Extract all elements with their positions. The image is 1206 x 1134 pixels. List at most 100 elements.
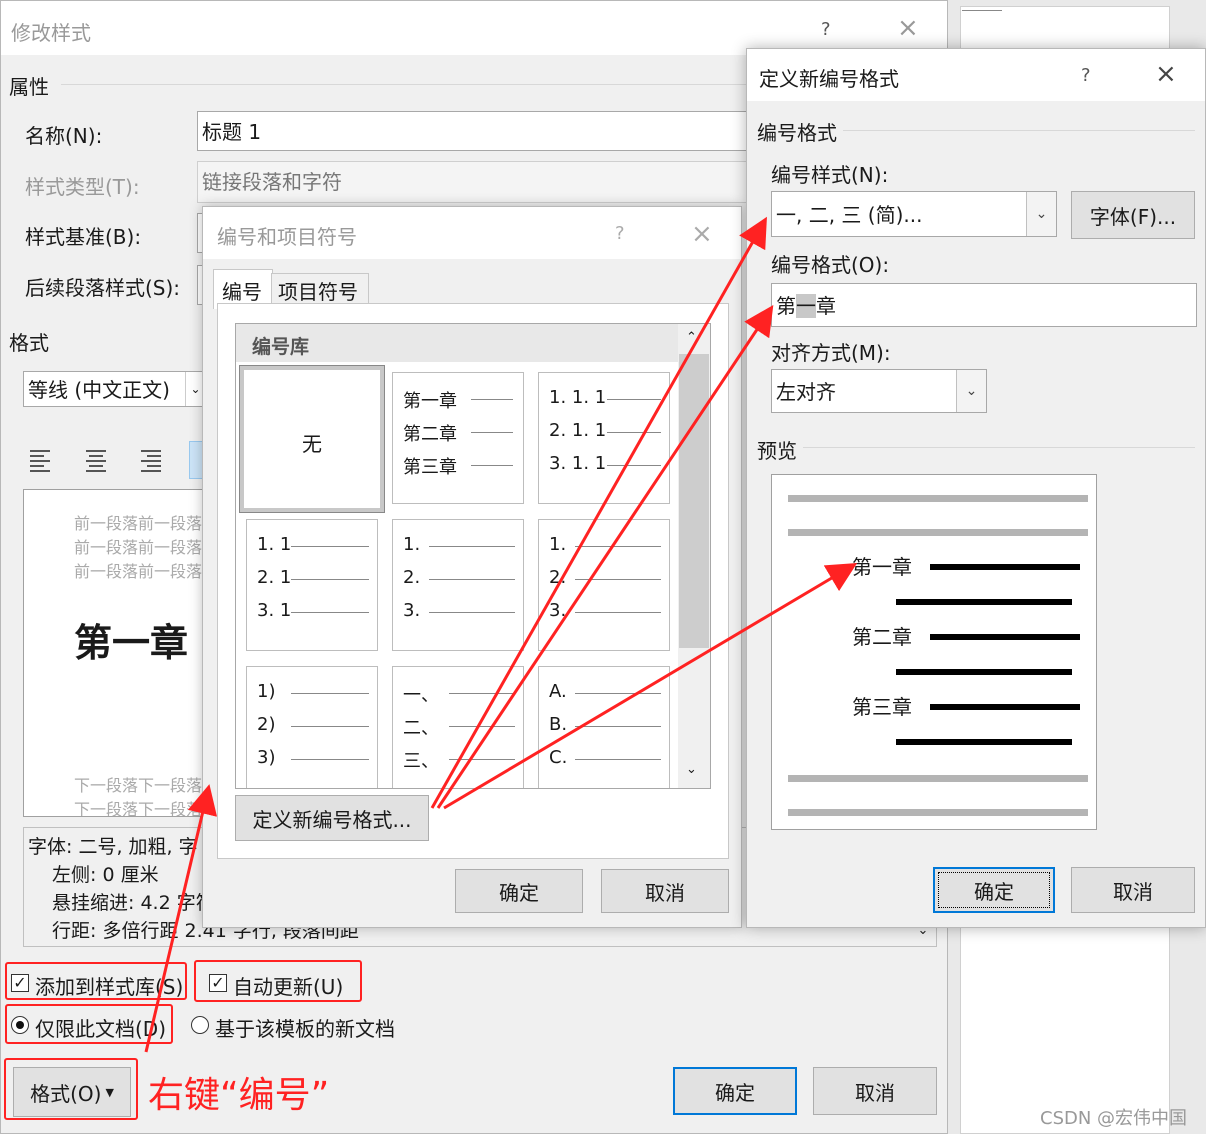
preview-item: 第一章 <box>852 555 912 579</box>
cell-dash <box>291 579 369 580</box>
cell-dash <box>471 432 513 433</box>
numbering-option[interactable]: 第一章 第二章 第三章 <box>392 372 524 504</box>
numbering-option[interactable]: 1. 2. 3. <box>538 519 670 651</box>
cell-dash <box>449 726 515 727</box>
name-label: 名称(N): <box>25 124 103 148</box>
library-scrollbar[interactable]: ⌃ ⌄ <box>678 324 710 788</box>
numbering-option[interactable]: 一、 二、 三、 <box>392 666 524 788</box>
watermark: CSDN @宏伟中国 <box>1040 1108 1188 1129</box>
number-format-input[interactable]: 第一章 <box>771 283 1197 327</box>
scroll-up-icon[interactable]: ⌃ <box>686 330 697 345</box>
scroll-down-icon[interactable]: ⌄ <box>686 762 697 777</box>
close-icon[interactable]: × <box>691 221 713 247</box>
font-select-value: 等线 (中文正文) <box>28 378 170 402</box>
numbering-option[interactable]: 1) 2) 3) <box>246 666 378 788</box>
numbering-option[interactable]: 1. 1 2. 1 3. 1 <box>246 519 378 651</box>
numbering-option[interactable]: 1. 2. 3. <box>392 519 524 651</box>
preview-prev-line: 前一段落前一段落 <box>74 538 203 557</box>
chevron-down-icon[interactable]: ⌄ <box>956 370 986 412</box>
preview-prev-line: 前一段落前一段落 <box>74 562 203 581</box>
number-format-suffix: 章 <box>816 294 836 318</box>
template-docs-radio[interactable] <box>191 1016 209 1034</box>
help-icon[interactable]: ? <box>821 19 831 40</box>
define-numbering-dialog: 定义新编号格式 ? × 编号格式 编号样式(N): 一, 二, 三 (简)...… <box>746 48 1206 928</box>
based-on-label: 样式基准(B): <box>25 225 142 249</box>
number-style-select[interactable]: 一, 二, 三 (简)... ⌄ <box>771 191 1057 237</box>
preview-next-line: 下一段落下一段落 <box>74 776 203 795</box>
template-docs-label: 基于该模板的新文档 <box>215 1017 395 1041</box>
properties-section-title: 属性 <box>9 75 49 99</box>
library-header: 编号库 <box>252 336 310 358</box>
cell-line: 3. 1. 1 <box>549 453 607 474</box>
preview-gray-line <box>788 495 1088 502</box>
alignment-select[interactable]: 左对齐 ⌄ <box>771 369 987 413</box>
define-new-format-button[interactable]: 定义新编号格式... <box>235 795 429 841</box>
highlight-add-to-gallery <box>5 962 187 1000</box>
numbering-option-none[interactable]: 无 <box>239 365 385 513</box>
cell-dash <box>575 612 661 613</box>
preview-heading: 第一章 <box>74 621 189 665</box>
chevron-down-icon[interactable]: ⌄ <box>1026 192 1056 236</box>
align-right-icon[interactable] <box>140 447 162 473</box>
tab-bullets[interactable]: 项目符号 <box>271 273 369 307</box>
cell-dash <box>575 759 661 760</box>
cancel-button[interactable]: 取消 <box>1071 867 1195 913</box>
cell-dash <box>575 726 661 727</box>
ok-button[interactable]: 确定 <box>673 1067 797 1115</box>
numbering-preview: 第一章 第二章 第三章 <box>771 474 1097 830</box>
number-format-section-title: 编号格式 <box>757 121 837 145</box>
number-format-label: 编号格式(O): <box>771 253 890 277</box>
cancel-button[interactable]: 取消 <box>601 869 729 913</box>
help-icon[interactable]: ? <box>1081 65 1091 86</box>
cell-dash <box>607 465 661 466</box>
close-icon[interactable]: × <box>897 15 919 41</box>
alignment-value: 左对齐 <box>776 380 836 404</box>
cell-line: 第三章 <box>403 457 457 478</box>
cell-dash <box>291 612 369 613</box>
preview-black-line <box>896 669 1072 675</box>
cell-line: 3. 1 <box>257 600 292 621</box>
cell-dash <box>471 399 513 400</box>
cell-line: A. <box>549 681 567 702</box>
align-left-icon[interactable] <box>29 447 51 473</box>
ok-button[interactable]: 确定 <box>455 869 583 913</box>
cell-dash <box>291 759 369 760</box>
close-icon[interactable]: × <box>1155 61 1177 87</box>
style-type-select[interactable]: 链接段落和字符 <box>197 161 757 203</box>
description-line: 字体: 二号, 加粗, 字 <box>28 836 198 858</box>
cell-dash <box>291 546 369 547</box>
font-button[interactable]: 字体(F)... <box>1071 191 1195 239</box>
preview-gray-line <box>788 775 1088 782</box>
cell-line: 3) <box>257 747 276 768</box>
name-input[interactable]: 标题 1 <box>197 111 757 151</box>
cell-dash <box>449 693 515 694</box>
cell-line: 2. 1. 1 <box>549 420 607 441</box>
cell-line: 一、 <box>403 685 439 706</box>
numbering-option[interactable]: 1. 1. 1 2. 1. 1 3. 1. 1 <box>538 372 670 504</box>
cancel-button[interactable]: 取消 <box>813 1067 937 1115</box>
cell-dash <box>575 546 661 547</box>
cell-dash <box>471 465 513 466</box>
numbering-option[interactable]: A. B. C. <box>538 666 670 788</box>
cell-dash <box>575 579 661 580</box>
cell-line: 3. <box>549 600 567 621</box>
cell-line: 2) <box>257 714 276 735</box>
cell-dash <box>429 579 515 580</box>
align-center-icon[interactable] <box>85 447 107 473</box>
highlight-auto-update <box>194 960 362 1002</box>
cell-line: 1. <box>403 534 421 555</box>
cell-dash <box>291 693 369 694</box>
help-icon[interactable]: ? <box>615 223 625 244</box>
number-style-label: 编号样式(N): <box>771 163 889 187</box>
annotation-text: 右键“编号” <box>148 1075 330 1116</box>
style-preview: 前一段落前一段落 前一段落前一段落 前一段落前一段落 第一章 下一段落下一段落 … <box>23 489 213 817</box>
preview-gray-line <box>788 809 1088 816</box>
define-title: 定义新编号格式 <box>759 67 899 91</box>
preview-black-line <box>930 704 1080 710</box>
font-select[interactable]: 等线 (中文正文) <box>23 371 205 407</box>
cell-dash <box>607 432 661 433</box>
preview-black-line <box>930 564 1080 570</box>
scroll-thumb[interactable] <box>679 354 709 648</box>
ok-button[interactable]: 确定 <box>933 867 1055 913</box>
cell-line: 1. 1 <box>257 534 292 555</box>
